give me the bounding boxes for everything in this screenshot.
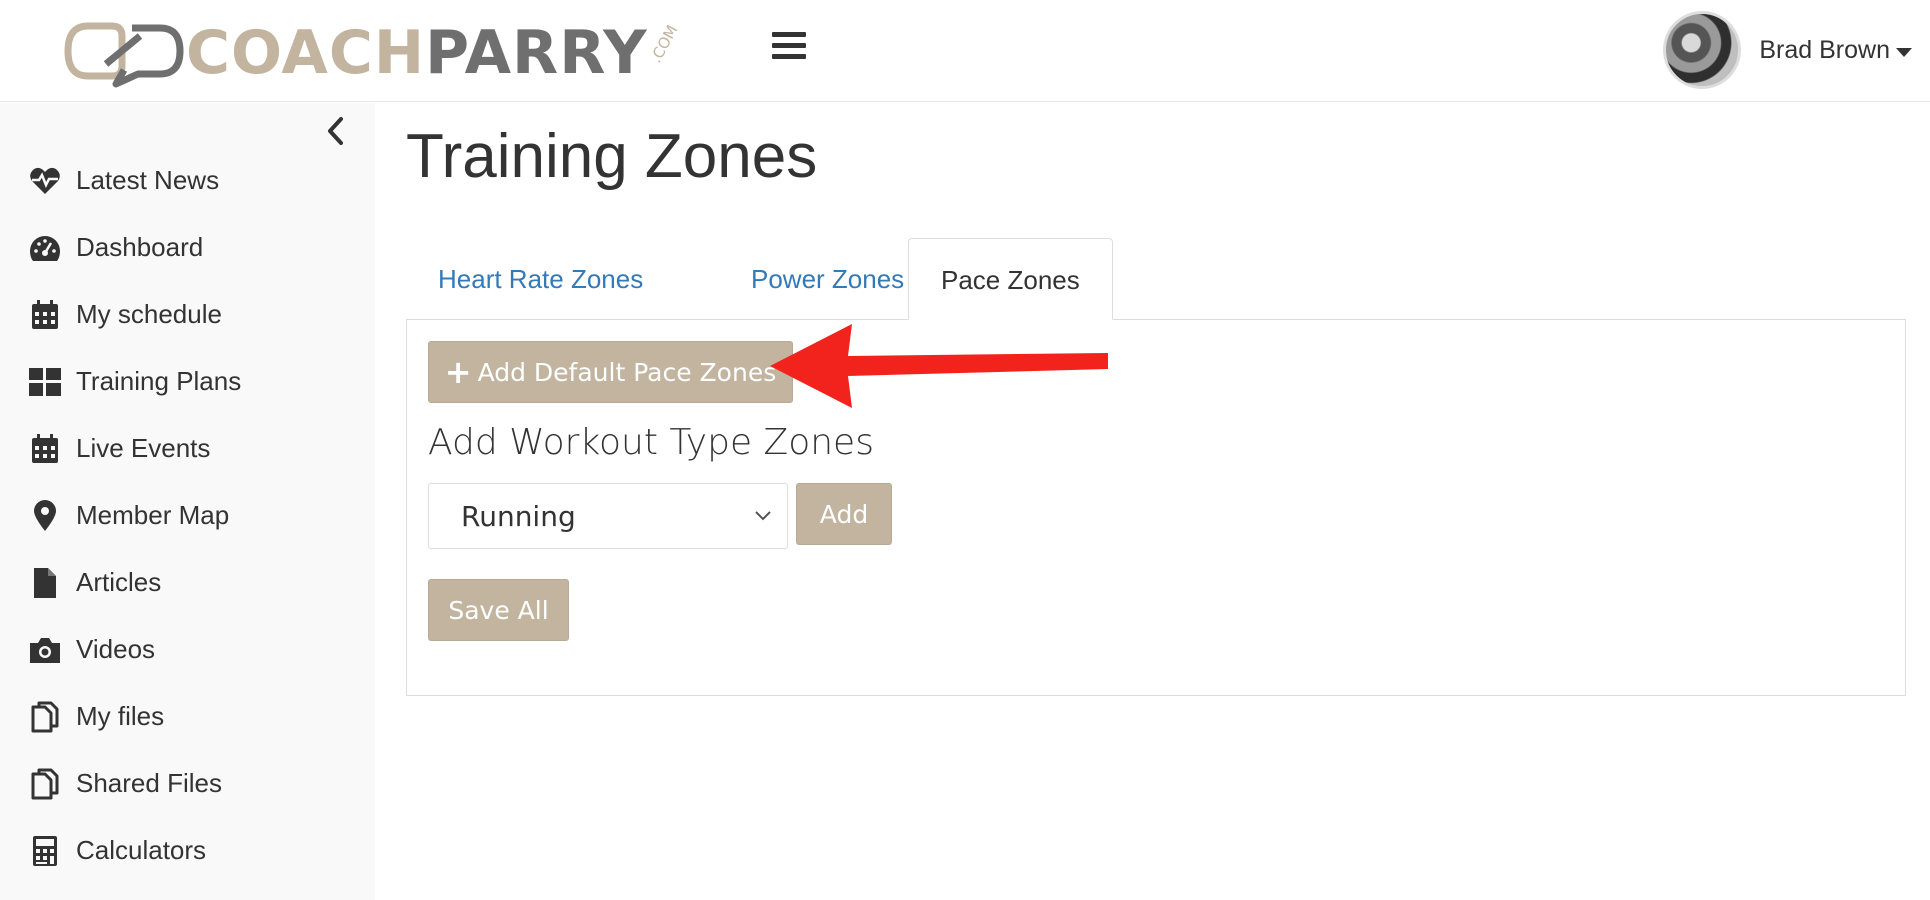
file-icon bbox=[28, 566, 62, 600]
top-header: COACH PARRY .COM Brad Brown bbox=[0, 0, 1930, 102]
logo-mark-icon bbox=[64, 22, 184, 88]
plus-icon: + bbox=[444, 353, 472, 391]
sidebar-item-label: My schedule bbox=[76, 299, 222, 329]
sidebar-item-live-events[interactable]: Live Events bbox=[0, 415, 375, 482]
map-marker-icon bbox=[28, 499, 62, 533]
sidebar-item-label: Latest News bbox=[76, 165, 220, 195]
user-menu[interactable]: Brad Brown bbox=[1663, 10, 1912, 90]
sidebar-item-training-plans[interactable]: Training Plans bbox=[0, 348, 375, 415]
coachparry-logo[interactable]: COACH PARRY .COM bbox=[62, 18, 684, 88]
tab-power-zones[interactable]: Power Zones bbox=[719, 238, 936, 320]
sidebar-item-label: Calculators bbox=[76, 835, 207, 865]
tab-heart-rate-zones[interactable]: Heart Rate Zones bbox=[406, 238, 675, 320]
calendar-icon bbox=[28, 432, 62, 466]
sidebar-item-label: My files bbox=[76, 701, 165, 731]
pace-zones-panel: + Add Default Pace Zones Add Workout Typ… bbox=[406, 319, 1906, 696]
save-all-button[interactable]: Save All bbox=[428, 579, 569, 641]
sidebar-item-member-map[interactable]: Member Map bbox=[0, 482, 375, 549]
logo-text-parry: PARRY bbox=[425, 18, 648, 88]
sidebar-item-label: Dashboard bbox=[76, 232, 204, 262]
sidebar-item-videos[interactable]: Videos bbox=[0, 616, 375, 683]
section-title: Add Workout Type Zones bbox=[428, 422, 874, 463]
workout-type-select[interactable]: Running bbox=[428, 483, 788, 549]
copy-files-icon bbox=[28, 700, 62, 734]
sidebar-item-label: Shared Files bbox=[76, 768, 222, 798]
avatar[interactable] bbox=[1663, 11, 1742, 89]
page-title: Training Zones bbox=[406, 122, 818, 191]
tab-pace-zones[interactable]: Pace Zones bbox=[908, 238, 1113, 320]
copy-files-icon bbox=[28, 767, 62, 801]
user-name[interactable]: Brad Brown bbox=[1759, 36, 1890, 65]
calculator-icon bbox=[28, 834, 62, 868]
logo-text-coach: COACH bbox=[186, 18, 426, 88]
sidebar-item-my-files[interactable]: My files bbox=[0, 683, 375, 750]
grid-icon bbox=[28, 365, 62, 399]
add-workout-type-button[interactable]: Add bbox=[796, 483, 892, 545]
sidebar-item-shared-files[interactable]: Shared Files bbox=[0, 750, 375, 817]
calendar-icon bbox=[28, 298, 62, 332]
zone-tabs: Heart Rate Zones Power Zones Pace Zones bbox=[406, 238, 1906, 320]
sidebar: Latest News Dashboard My schedule Traini… bbox=[0, 103, 375, 900]
sidebar-item-label: Member Map bbox=[76, 500, 230, 530]
sidebar-item-label: Training Plans bbox=[76, 366, 242, 396]
add-default-pace-zones-button[interactable]: + Add Default Pace Zones bbox=[428, 341, 793, 403]
workout-type-value: Running bbox=[461, 499, 576, 533]
sidebar-item-dashboard[interactable]: Dashboard bbox=[0, 214, 375, 281]
chevron-left-icon[interactable] bbox=[324, 115, 346, 147]
camera-icon bbox=[28, 633, 62, 667]
sidebar-item-latest-news[interactable]: Latest News bbox=[0, 147, 375, 214]
sidebar-nav: Latest News Dashboard My schedule Traini… bbox=[0, 147, 375, 884]
logo-text-com: .COM bbox=[646, 22, 681, 66]
hamburger-menu-icon[interactable] bbox=[772, 32, 806, 62]
heartbeat-icon bbox=[28, 164, 62, 198]
sidebar-item-articles[interactable]: Articles bbox=[0, 549, 375, 616]
caret-down-icon[interactable] bbox=[1896, 47, 1912, 57]
dashboard-gauge-icon bbox=[28, 231, 62, 265]
chevron-down-icon bbox=[755, 511, 771, 521]
sidebar-item-my-schedule[interactable]: My schedule bbox=[0, 281, 375, 348]
sidebar-item-label: Articles bbox=[76, 567, 162, 597]
sidebar-item-label: Live Events bbox=[76, 433, 211, 463]
sidebar-item-label: Videos bbox=[76, 634, 156, 664]
sidebar-item-calculators[interactable]: Calculators bbox=[0, 817, 375, 884]
add-default-pace-zones-label: Add Default Pace Zones bbox=[477, 357, 777, 387]
